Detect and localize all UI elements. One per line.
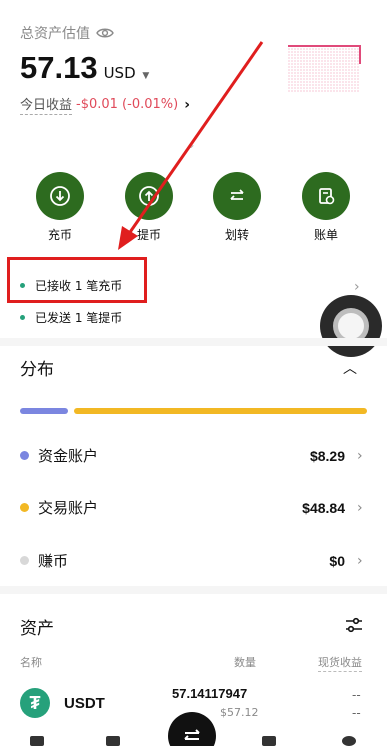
row-value: $8.29 <box>309 447 345 464</box>
legend-dot <box>20 451 29 460</box>
asset-amount: 57.14117947 <box>172 686 248 701</box>
swap-icon <box>184 729 200 740</box>
currency-label: USD <box>103 64 136 82</box>
annotation-highlight-box <box>7 257 147 303</box>
legend-dot <box>20 556 29 565</box>
chevron-right-icon: › <box>357 499 363 516</box>
row-value: $48.84 <box>302 499 345 516</box>
eye-icon[interactable] <box>96 27 114 39</box>
notification-text: 已发送 1 笔提币 <box>35 311 123 325</box>
chevron-right-icon[interactable]: › <box>354 279 360 295</box>
pnl-value: -$0.01 (-0.01%) <box>76 97 179 112</box>
transfer-icon <box>213 172 261 220</box>
assets-tab-icon[interactable] <box>342 736 356 746</box>
chevron-right-icon: › <box>357 447 363 464</box>
chevron-up-icon[interactable]: ︿ <box>343 358 357 378</box>
today-pnl[interactable]: 今日收益 -$0.01 (-0.01%) › <box>20 94 190 115</box>
deposit-button[interactable]: 充币 <box>25 172 95 243</box>
transfer-button[interactable]: 划转 <box>202 172 272 243</box>
sliders-icon[interactable] <box>343 614 365 636</box>
pnl-label: 今日收益 <box>20 94 73 115</box>
withdraw-label: 提币 <box>136 228 161 242</box>
sparkline-chart[interactable] <box>288 42 363 94</box>
notification-withdraw[interactable]: 已发送 1 笔提币 <box>20 309 122 326</box>
deposit-icon <box>36 172 84 220</box>
bill-label: 账单 <box>313 228 338 242</box>
distribution-bar-funding <box>20 408 68 414</box>
distribution-bar-trading <box>74 408 367 414</box>
withdraw-button[interactable]: 提币 <box>114 172 184 243</box>
transfer-label: 划转 <box>224 228 249 242</box>
column-pnl[interactable]: 现货收益 <box>318 654 362 672</box>
assets-title: 资产 <box>20 619 54 639</box>
chevron-right-icon: › <box>184 96 190 113</box>
usdt-logo-icon: ₮ <box>20 688 50 718</box>
market-icon[interactable] <box>106 736 120 746</box>
home-icon[interactable] <box>30 736 44 746</box>
row-name: 赚币 <box>38 552 69 570</box>
distribution-title: 分布 <box>20 360 54 380</box>
row-name: 资金账户 <box>38 447 99 465</box>
asset-pnl: -- <box>352 688 361 702</box>
pull-indicator-icon: ⌄ <box>186 137 197 151</box>
total-assets-label: 总资产估值 <box>20 23 114 43</box>
balance-display: 57.13 USD ▼ <box>20 50 149 86</box>
trading-account-row[interactable]: 交易账户 $48.84 › <box>20 497 367 518</box>
row-value: $0 <box>329 552 345 569</box>
section-divider <box>0 586 387 594</box>
column-amount: 数量 <box>234 656 256 669</box>
section-divider <box>0 338 387 346</box>
balance-amount: 57.13 <box>20 50 98 85</box>
bill-icon <box>302 172 350 220</box>
asset-usd-value: $57.12 <box>220 706 259 719</box>
chevron-right-icon: › <box>357 552 363 569</box>
legend-dot <box>20 503 29 512</box>
funding-account-row[interactable]: 资金账户 $8.29 › <box>20 445 367 466</box>
earn-row[interactable]: 赚币 $0 › <box>20 550 367 571</box>
discover-icon[interactable] <box>262 736 276 746</box>
row-name: 交易账户 <box>38 499 99 517</box>
column-name: 名称 <box>20 656 42 669</box>
currency-selector[interactable]: USD ▼ <box>104 64 150 82</box>
asset-pnl-percent: -- <box>352 706 361 720</box>
bill-button[interactable]: 账单 <box>291 172 361 243</box>
total-assets-title: 总资产估值 <box>20 26 90 42</box>
withdraw-icon <box>125 172 173 220</box>
deposit-label: 充币 <box>47 228 72 242</box>
status-dot <box>20 315 25 320</box>
asset-symbol: USDT <box>64 695 105 712</box>
trade-fab-button[interactable] <box>168 712 216 746</box>
floating-assistive-button[interactable] <box>320 295 382 357</box>
caret-down-icon: ▼ <box>142 71 150 81</box>
